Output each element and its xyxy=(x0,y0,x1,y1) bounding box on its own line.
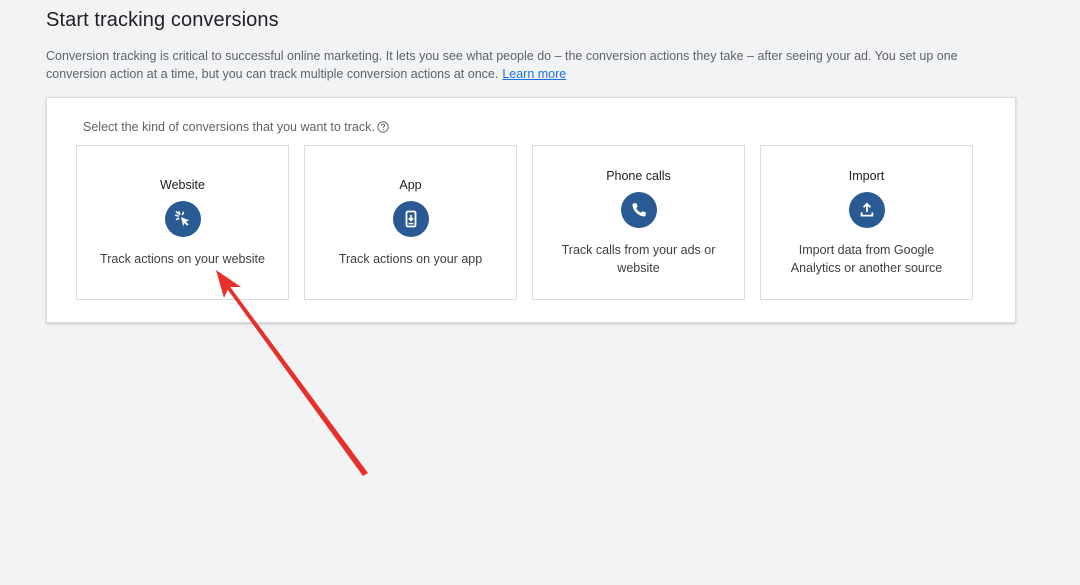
prompt-text: Select the kind of conversions that you … xyxy=(83,120,375,134)
option-title: App xyxy=(399,177,422,192)
conversion-type-prompt: Select the kind of conversions that you … xyxy=(83,120,389,134)
option-phone-calls[interactable]: Phone calls Track calls from your ads or… xyxy=(532,145,745,300)
conversion-options: Website Track actions on your website Ap… xyxy=(76,145,973,300)
option-description: Track actions on your app xyxy=(338,251,483,266)
option-title: Import xyxy=(848,168,885,183)
help-icon[interactable] xyxy=(377,121,389,133)
option-description: Track calls from your ads or website xyxy=(561,242,716,275)
upload-icon xyxy=(848,191,885,228)
option-import[interactable]: Import Import data from Google Analytics… xyxy=(760,145,973,300)
page-title: Start tracking conversions xyxy=(46,9,279,31)
option-website[interactable]: Website Track actions on your website xyxy=(76,145,289,300)
cursor-click-icon xyxy=(164,200,201,237)
phone-download-icon xyxy=(392,200,429,237)
option-app[interactable]: App Track actions on your app xyxy=(304,145,517,300)
intro-text: Conversion tracking is critical to succe… xyxy=(46,47,1006,83)
conversion-type-card: Select the kind of conversions that you … xyxy=(46,97,1016,323)
phone-icon xyxy=(620,191,657,228)
option-title: Website xyxy=(160,177,205,192)
option-description: Track actions on your website xyxy=(100,251,265,266)
option-description: Import data from Google Analytics or ano… xyxy=(790,242,943,275)
option-title: Phone calls xyxy=(606,168,671,183)
learn-more-link[interactable]: Learn more xyxy=(502,67,566,81)
